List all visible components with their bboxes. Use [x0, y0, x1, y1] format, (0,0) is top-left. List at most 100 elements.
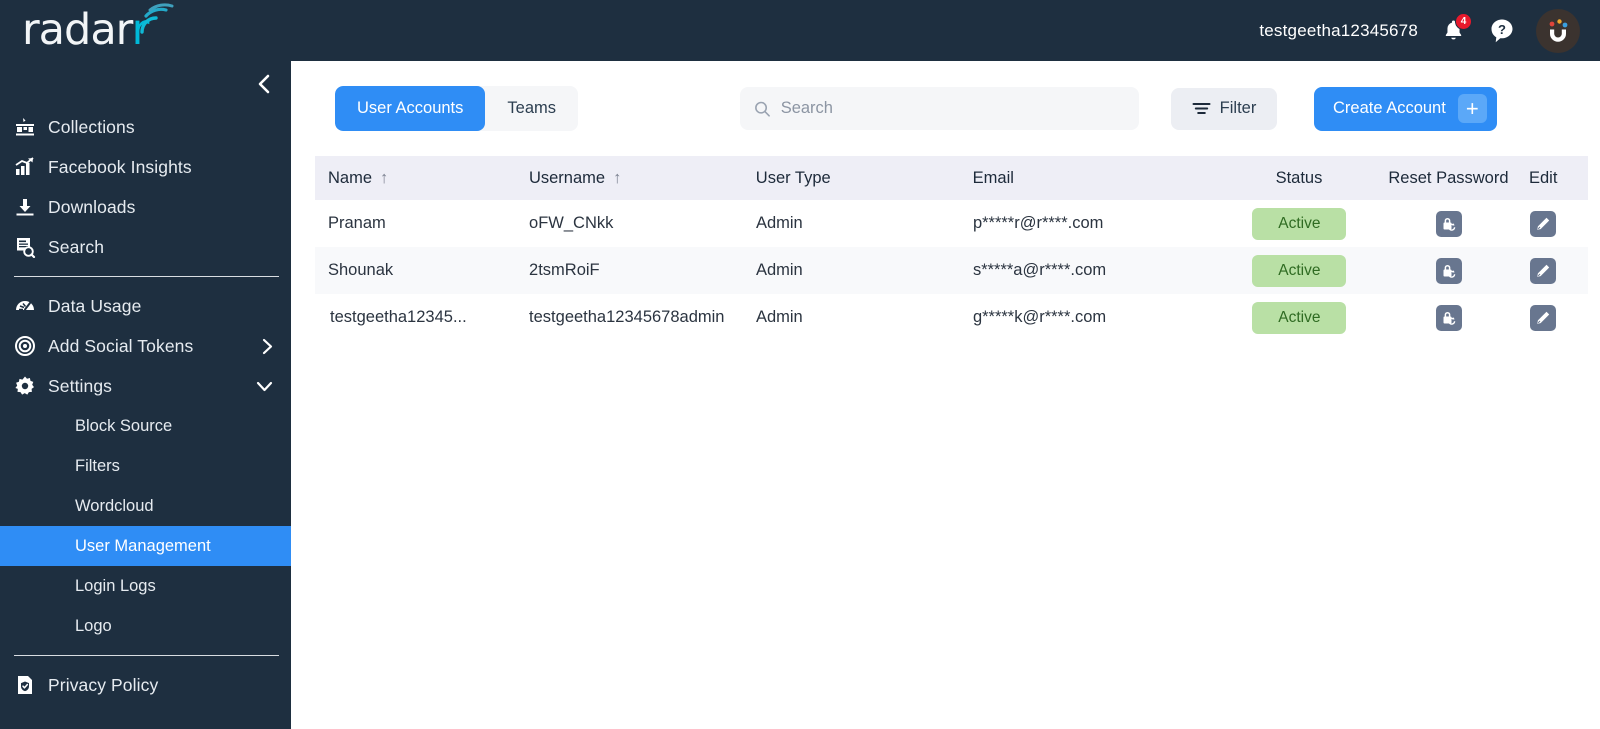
gear-icon — [14, 375, 48, 397]
sidebar-item-collections[interactable]: Collections — [0, 107, 291, 147]
column-header-email: Email — [973, 169, 1200, 188]
user-avatar-icon — [1549, 18, 1568, 42]
sidebar: Collections Facebook Insights Downloads … — [0, 61, 291, 729]
main-content: User Accounts Teams Filte — [291, 61, 1600, 729]
chevron-right-icon[interactable] — [262, 338, 273, 355]
lock-reset-icon[interactable] — [1435, 257, 1462, 284]
top-header-bar: radarr testgeetha12345678 4 ? — [0, 0, 1600, 61]
sidebar-subitem-user-management[interactable]: User Management — [0, 526, 291, 566]
sidebar-item-search[interactable]: Search — [0, 227, 291, 267]
sort-ascending-icon[interactable]: ↑ — [613, 169, 621, 188]
lock-reset-icon[interactable] — [1435, 304, 1462, 331]
sidebar-item-add-social-tokens[interactable]: Add Social Tokens — [0, 326, 291, 366]
notification-count-badge: 4 — [1455, 12, 1472, 30]
sidebar-subitem-label: Block Source — [75, 416, 173, 435]
sidebar-item-data-usage[interactable]: Data Usage — [0, 286, 291, 326]
sidebar-item-downloads[interactable]: Downloads — [0, 187, 291, 227]
cell-reset-password — [1399, 304, 1499, 331]
chevron-down-icon[interactable] — [256, 381, 273, 392]
notifications-button[interactable]: 4 — [1438, 12, 1472, 47]
collections-icon — [14, 116, 48, 138]
create-account-button[interactable]: Create Account + — [1314, 86, 1497, 131]
sidebar-subitem-wordcloud[interactable]: Wordcloud — [0, 486, 291, 526]
sidebar-subitem-label: Logo — [75, 616, 112, 635]
radar-waves-icon — [138, 2, 178, 41]
pencil-edit-icon[interactable] — [1530, 257, 1557, 284]
sidebar-subitem-logo[interactable]: Logo — [0, 606, 291, 646]
cell-email: g*****k@r****.com — [972, 308, 1107, 326]
sidebar-item-label: Facebook Insights — [48, 156, 192, 177]
status-badge: Active — [1252, 207, 1347, 240]
sidebar-subitem-label: Login Logs — [75, 576, 156, 595]
sidebar-item-label: Settings — [48, 375, 113, 396]
column-header-name[interactable]: Name ↑ — [315, 169, 529, 188]
sort-ascending-icon[interactable]: ↑ — [380, 169, 388, 188]
sidebar-item-label: Collections — [48, 116, 135, 137]
create-account-label: Create Account — [1333, 99, 1446, 117]
column-header-status: Status — [1199, 169, 1398, 188]
filter-button-label: Filter — [1219, 99, 1257, 117]
question-mark-icon: ? — [1491, 19, 1513, 42]
sidebar-item-label: Privacy Policy — [48, 674, 159, 695]
cell-email: s*****a@r****.com — [972, 261, 1107, 279]
sidebar-item-facebook-insights[interactable]: Facebook Insights — [0, 147, 291, 187]
cell-status: Active — [1200, 254, 1399, 287]
sidebar-subitem-block-source[interactable]: Block Source — [0, 406, 291, 446]
table-row[interactable]: Pranam oFW_CNkk Admin p*****r@r****.com … — [315, 200, 1588, 247]
sidebar-collapse-button[interactable] — [253, 73, 275, 95]
sidebar-subitem-filters[interactable]: Filters — [0, 446, 291, 486]
sidebar-item-privacy-policy[interactable]: Privacy Policy — [0, 665, 291, 705]
status-badge: Active — [1252, 301, 1347, 334]
sidebar-subitem-login-logs[interactable]: Login Logs — [0, 566, 291, 606]
app-root: radarr testgeetha12345678 4 ? Collection… — [0, 0, 1600, 729]
tab-group: User Accounts Teams — [335, 86, 578, 131]
column-label: Edit — [1529, 168, 1558, 187]
chevron-left-icon — [258, 74, 270, 94]
tab-teams[interactable]: Teams — [485, 86, 578, 131]
sidebar-item-label: Downloads — [48, 196, 136, 217]
cell-edit — [1498, 257, 1588, 284]
pencil-edit-icon[interactable] — [1530, 304, 1557, 331]
filter-button[interactable]: Filter — [1171, 87, 1277, 130]
cell-user-type: Admin — [755, 308, 803, 326]
column-header-username[interactable]: Username ↑ — [529, 169, 756, 188]
sidebar-item-settings[interactable]: Settings — [0, 366, 291, 406]
column-label: Name — [328, 168, 373, 187]
avatar[interactable] — [1536, 8, 1580, 53]
brand-logo[interactable]: radarr — [0, 3, 178, 52]
sidebar-subitem-label: User Management — [75, 536, 211, 555]
sidebar-divider-top — [14, 276, 279, 277]
download-icon — [14, 196, 48, 218]
content-toolbar: User Accounts Teams Filte — [291, 61, 1600, 156]
cell-status: Active — [1200, 207, 1399, 240]
pencil-edit-icon[interactable] — [1530, 210, 1557, 237]
cell-name: Shounak — [328, 261, 394, 279]
current-username: testgeetha12345678 — [1259, 20, 1418, 40]
sidebar-item-label: Add Social Tokens — [48, 335, 194, 356]
search-container[interactable] — [740, 87, 1139, 130]
sidebar-divider-bottom — [14, 655, 279, 656]
tab-user-accounts[interactable]: User Accounts — [335, 86, 486, 131]
table-row[interactable]: testgeetha12345... testgeetha12345678adm… — [315, 294, 1588, 341]
column-label: Status — [1275, 168, 1323, 187]
tab-label: Teams — [507, 99, 556, 117]
table-row[interactable]: Shounak 2tsmRoiF Admin s*****a@r****.com… — [315, 247, 1588, 294]
column-label: Username — [528, 168, 606, 187]
column-label: Email — [972, 168, 1014, 187]
cell-status: Active — [1200, 301, 1399, 334]
status-badge: Active — [1252, 254, 1347, 287]
column-label: Reset Password — [1388, 168, 1509, 187]
cell-user-type: Admin — [755, 214, 803, 232]
column-header-user-type: User Type — [756, 169, 973, 188]
insights-chart-icon — [14, 156, 48, 178]
search-document-icon — [14, 236, 48, 258]
search-input[interactable] — [780, 99, 1125, 118]
cell-email: p*****r@r****.com — [972, 214, 1104, 232]
table-header-row: Name ↑ Username ↑ User Type Email Status — [315, 156, 1588, 200]
gauge-icon — [14, 295, 48, 317]
lock-reset-icon[interactable] — [1435, 210, 1462, 237]
cell-username: testgeetha12345678admin — [529, 308, 725, 326]
sidebar-item-label: Search — [48, 236, 105, 257]
help-button[interactable]: ? — [1488, 16, 1516, 46]
sidebar-subitem-label: Filters — [75, 456, 120, 475]
